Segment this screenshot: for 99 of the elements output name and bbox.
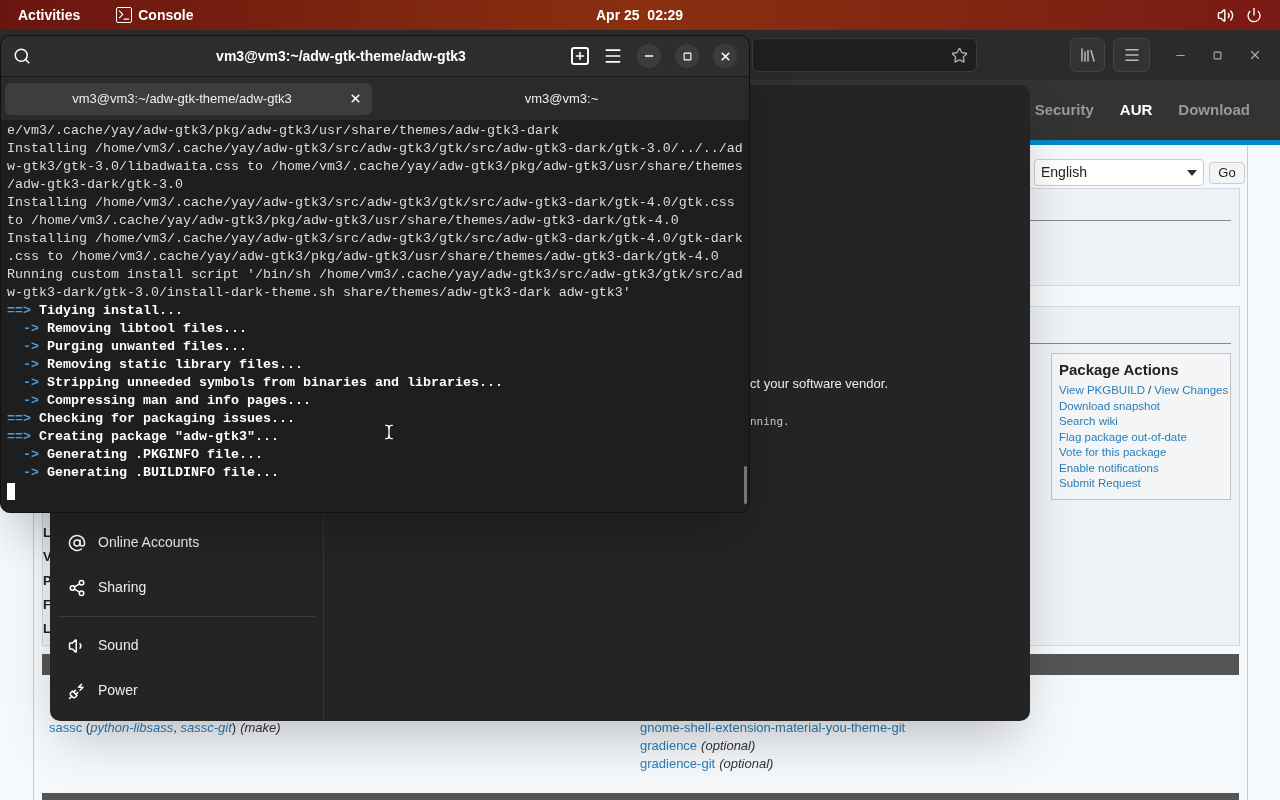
substep-arrow: -> xyxy=(23,320,39,338)
info-label: F xyxy=(43,596,52,614)
action-link[interactable]: View PKGBUILD xyxy=(1059,383,1146,399)
terminal-tab[interactable]: vm3@vm3:~/adw-gtk-theme/adw-gtk3 xyxy=(5,82,372,115)
terminal-line: /adw-gtk3-dark/gtk-3.0 xyxy=(7,176,184,194)
description-text: ct your software vendor. xyxy=(750,375,889,393)
scrollbar-thumb[interactable] xyxy=(744,466,747,504)
nav-tab[interactable]: AUR xyxy=(1119,98,1153,122)
tab-label: vm3@vm3:~/adw-gtk-theme/adw-gtk3 xyxy=(71,89,293,108)
substep-arrow: -> xyxy=(23,338,39,356)
action-link[interactable]: Enable notifications xyxy=(1059,460,1159,476)
description-text: nning. xyxy=(750,413,791,430)
activities-button[interactable]: Activities xyxy=(18,4,81,26)
battery-plug-icon xyxy=(68,681,86,700)
terminal-line: Purging unwanted files... xyxy=(47,338,247,356)
close-tab-icon[interactable] xyxy=(349,92,362,105)
sidebar-item[interactable]: Power xyxy=(58,668,315,713)
sidebar-item[interactable]: Sharing xyxy=(58,565,315,610)
terminal-line: Checking for packaging issues... xyxy=(39,410,295,428)
package-link[interactable]: gradience-git xyxy=(640,755,716,773)
terminal-line: Generating .PKGINFO file... xyxy=(47,446,263,464)
terminal-line: Generating .BUILDINFO file... xyxy=(47,464,279,482)
package-link[interactable]: gnome-shell-extension-material-you-theme-git xyxy=(640,719,906,737)
substep-arrow: -> xyxy=(23,374,39,392)
app-menu[interactable]: Console xyxy=(116,4,194,26)
action-link[interactable]: Download snapshot xyxy=(1059,398,1160,414)
terminal-line: Installing /home/vm3/.cache/yay/adw-gtk3/src/adw-gtk3/gtk/src/adw-gtk3-dark/gtk-4.0/gtk.css xyxy=(7,194,736,212)
volume-icon[interactable] xyxy=(1217,6,1234,24)
terminal-line: .css to /home/vm3/.cache/yay/adw-gtk3/pkg/adw-gtk3/usr/share/themes/adw-gtk3-dark/gtk-4.0 xyxy=(7,248,720,266)
sidebar-item[interactable]: Sound xyxy=(58,623,315,668)
menu-icon[interactable] xyxy=(603,46,623,66)
punctuation-text: ) xyxy=(231,719,237,737)
close-icon xyxy=(718,49,732,63)
terminal-cursor xyxy=(7,483,15,500)
terminal-line: Installing /home/vm3/.cache/yay/adw-gtk3/src/adw-gtk3/gtk/src/adw-gtk3-dark/gtk-3.0/../../ad xyxy=(7,140,744,158)
menu-button[interactable] xyxy=(1113,38,1150,72)
library-icon xyxy=(1078,46,1097,64)
minimize-button[interactable] xyxy=(637,44,661,68)
action-link[interactable]: View Changes xyxy=(1154,383,1229,399)
window-title: vm3@vm3:~/adw-gtk-theme/adw-gtk3 xyxy=(215,46,467,66)
console-icon xyxy=(116,7,133,23)
step-arrow: ==> xyxy=(7,410,31,428)
library-button[interactable] xyxy=(1070,38,1106,72)
terminal-line: w-gtk3-dark/gtk-3.0/install-dark-theme.sh share/themes/adw-gtk3-dark adw-gtk3' xyxy=(7,284,632,302)
terminal-line: Running custom install script '/bin/sh /home/vm3/.cache/yay/adw-gtk3/src/adw-gtk3/gtk/src/ad xyxy=(7,266,744,284)
terminal-line: Removing static library files... xyxy=(47,356,303,374)
punctuation-text: ( xyxy=(84,719,91,737)
step-arrow: ==> xyxy=(7,428,31,446)
info-label: L xyxy=(43,620,52,638)
bookmark-star-icon[interactable] xyxy=(950,46,968,64)
punctuation-text: , xyxy=(173,719,178,737)
terminal-line: Tidying install... xyxy=(39,302,183,320)
substep-arrow: -> xyxy=(23,464,39,482)
step-arrow: ==> xyxy=(7,302,31,320)
maximize-icon[interactable] xyxy=(1213,50,1222,60)
dependency-note: (optional) xyxy=(701,737,756,755)
dependency-note: (optional) xyxy=(719,755,774,773)
substep-arrow: -> xyxy=(23,356,39,374)
terminal-line: Installing /home/vm3/.cache/yay/adw-gtk3/src/adw-gtk3/gtk/src/adw-gtk3-dark/gtk-4.0/gtk-dark xyxy=(7,230,744,248)
go-button[interactable]: Go xyxy=(1209,161,1245,184)
terminal-tab[interactable]: vm3@vm3:~ xyxy=(378,82,745,115)
action-link[interactable]: Submit Request xyxy=(1059,476,1141,492)
dependency-note: (make) xyxy=(240,719,281,737)
new-tab-button[interactable] xyxy=(571,47,589,65)
plus-icon xyxy=(574,50,586,62)
terminal-line: Removing libtool files... xyxy=(47,320,247,338)
terminal-line: Creating package "adw-gtk3"... xyxy=(39,428,279,446)
maximize-button[interactable] xyxy=(675,44,699,68)
at-sign-icon xyxy=(68,533,86,552)
close-button[interactable] xyxy=(713,44,737,68)
sidebar-item[interactable]: Online Accounts xyxy=(58,520,315,565)
clock[interactable]: Apr 25 02:29 xyxy=(596,4,684,26)
terminal-line: Compressing man and info pages... xyxy=(47,392,311,410)
nav-tab[interactable]: Download xyxy=(1178,98,1250,122)
dropdown-caret-icon xyxy=(1187,169,1197,176)
action-link[interactable]: Vote for this package xyxy=(1059,445,1167,461)
menu-icon xyxy=(1122,46,1141,64)
separator-text: / xyxy=(1147,383,1153,398)
nav-tab[interactable]: Security xyxy=(1034,98,1094,122)
terminal-line: to /home/vm3/.cache/yay/adw-gtk3/pkg/adw-gtk3/usr/share/themes/adw-gtk3-dark/gtk-4.0 xyxy=(7,212,680,230)
tab-label: vm3@vm3:~ xyxy=(523,89,600,108)
action-link[interactable]: Search wiki xyxy=(1059,414,1118,430)
terminal-line: Stripping unneeded symbols from binaries and libraries... xyxy=(47,374,503,392)
package-link[interactable]: sassc xyxy=(49,719,83,737)
substep-arrow: -> xyxy=(23,446,39,464)
maximize-icon xyxy=(682,51,692,61)
package-actions-title: Package Actions xyxy=(1059,360,1180,380)
terminal-line: e/vm3/.cache/yay/adw-gtk3/pkg/adw-gtk3/usr/share/themes/adw-gtk3-dark xyxy=(7,122,560,140)
action-link[interactable]: Flag package out-of-date xyxy=(1059,429,1187,445)
power-icon[interactable] xyxy=(1246,7,1262,23)
search-icon[interactable] xyxy=(13,47,31,65)
substep-arrow: -> xyxy=(23,392,39,410)
terminal-line: w-gtk3/gtk-3.0/libadwaita.css to /home/vm3/.cache/yay/adw-gtk3/pkg/adw-gtk3/usr/share/themes xyxy=(7,158,744,176)
close-icon[interactable] xyxy=(1248,48,1262,62)
language-select[interactable]: English xyxy=(1034,159,1204,186)
package-link[interactable]: gradience xyxy=(640,737,698,755)
package-link[interactable]: sassc-git xyxy=(180,719,232,737)
share-icon xyxy=(68,578,86,597)
info-label: L xyxy=(43,524,52,542)
